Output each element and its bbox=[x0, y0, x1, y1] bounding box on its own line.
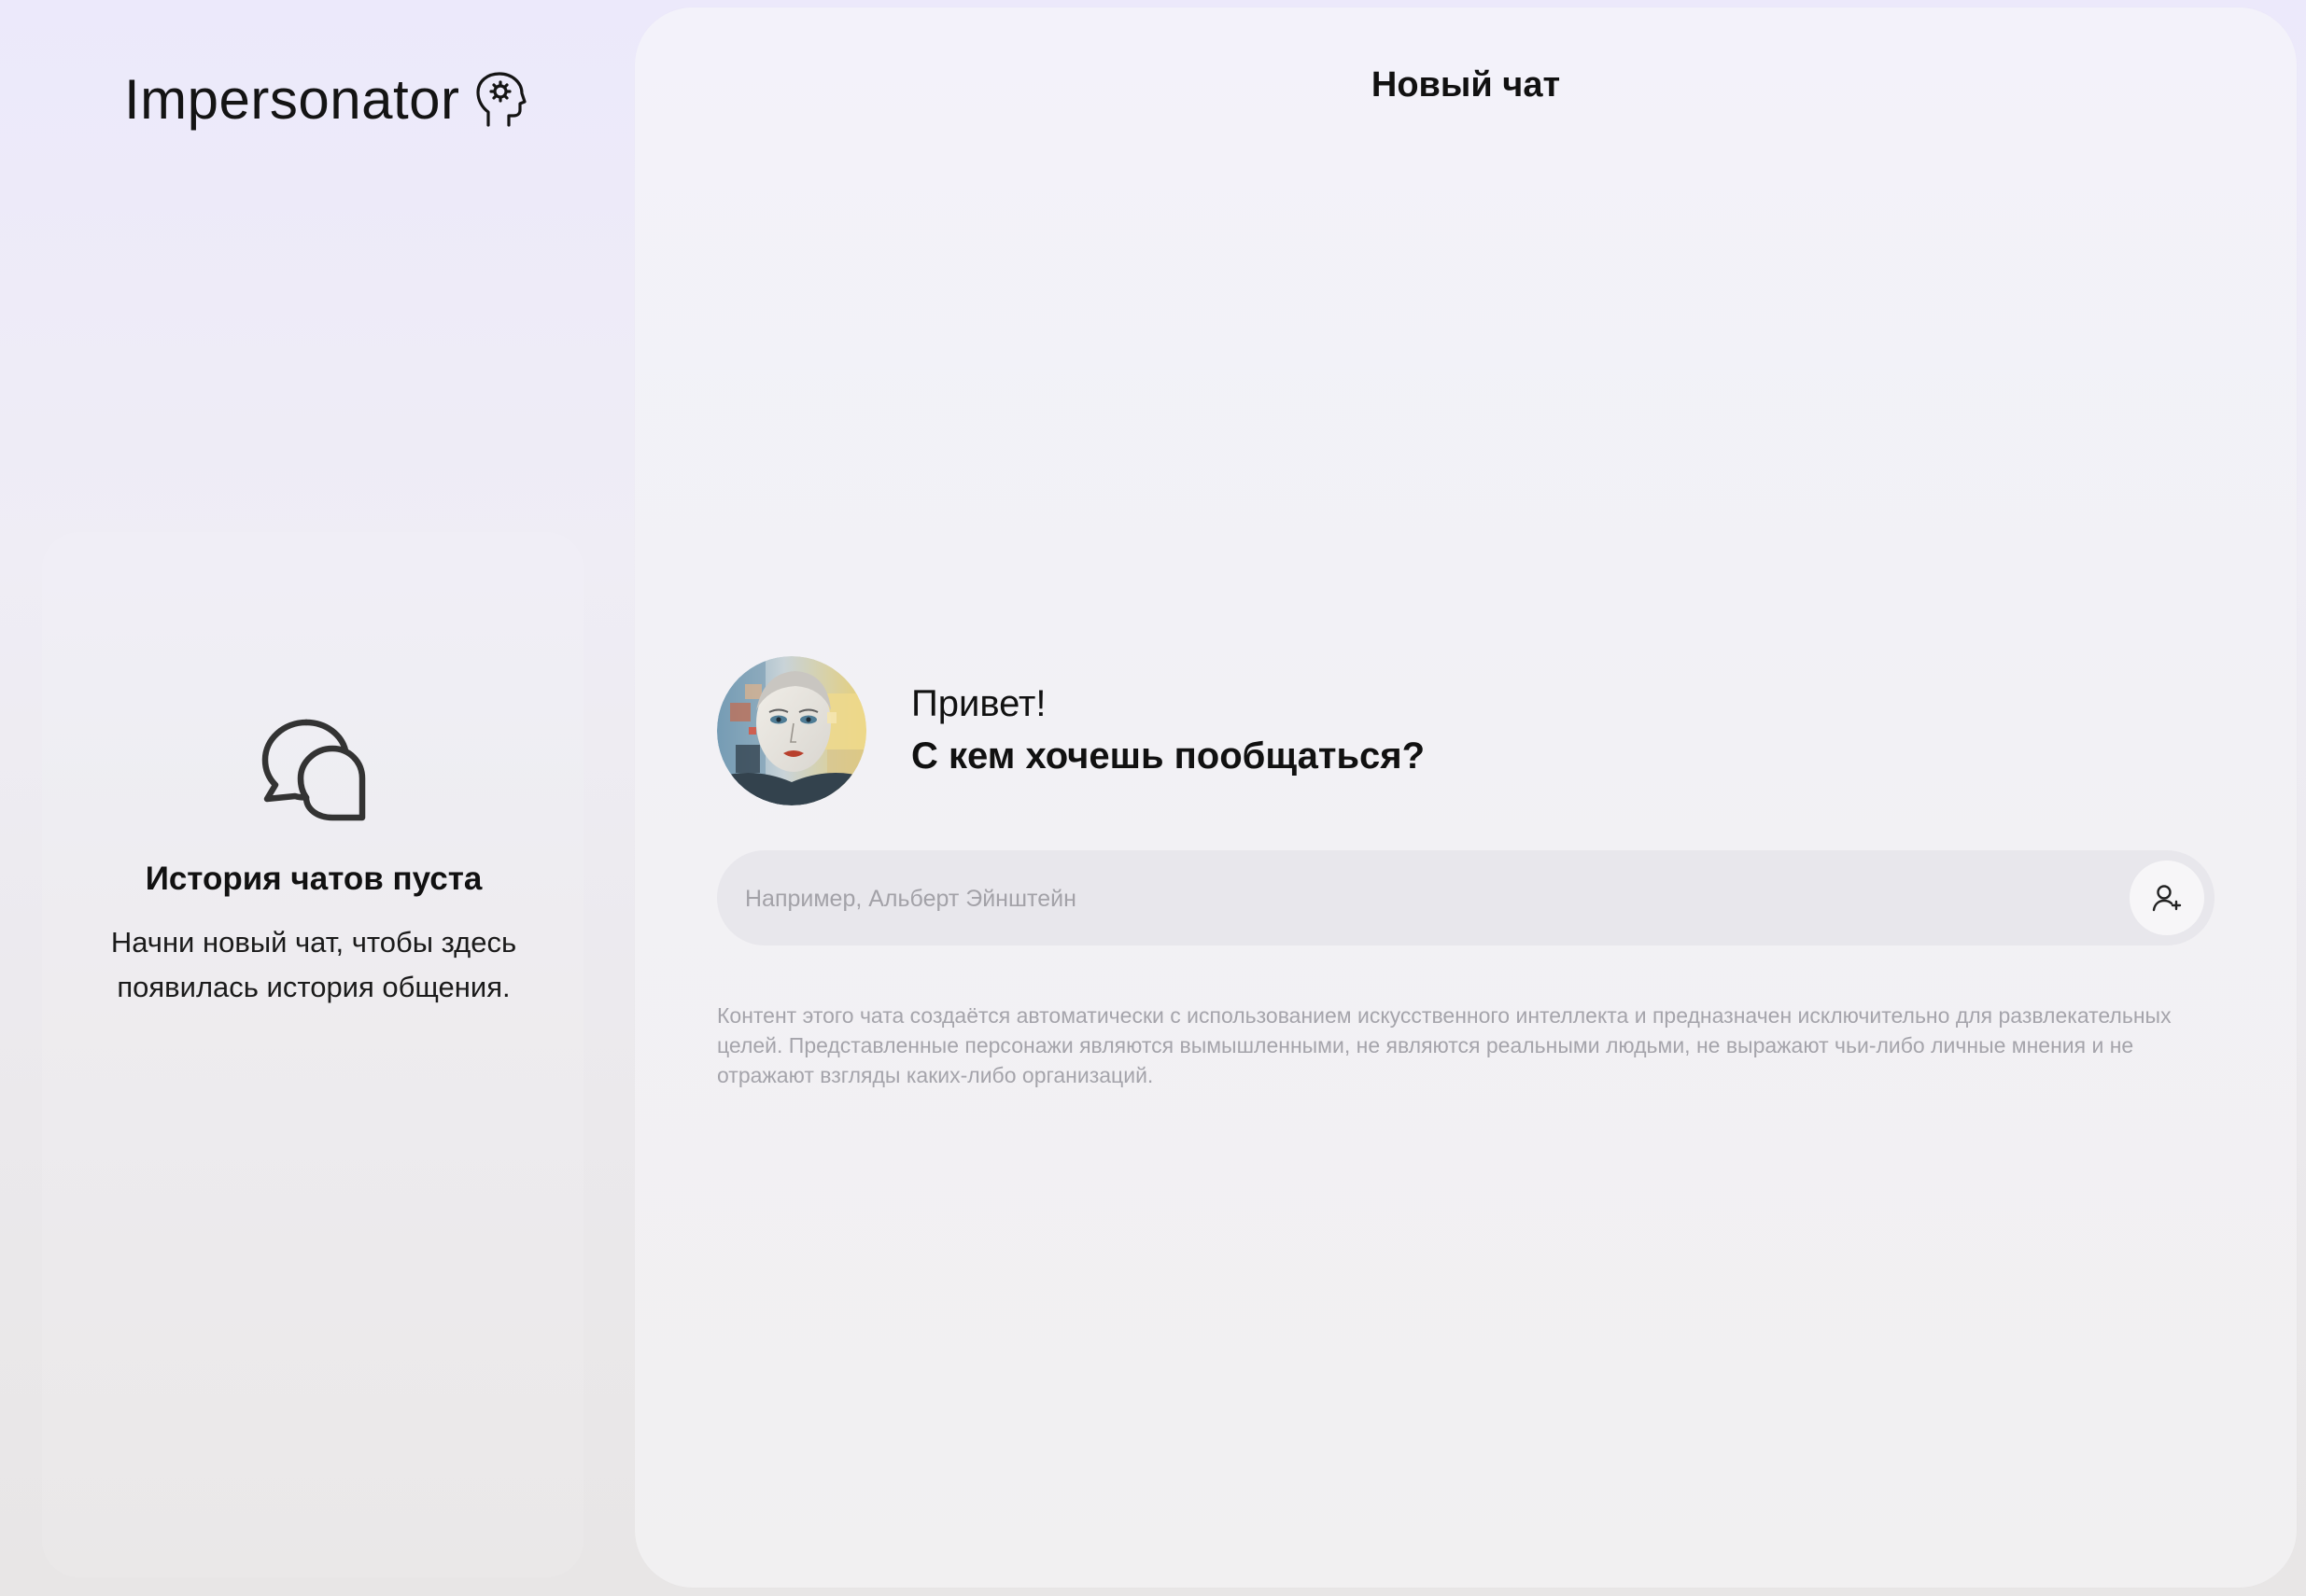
greeting-text: Привет! С кем хочешь пообщаться? bbox=[911, 679, 1425, 783]
greeting-question: С кем хочешь пообщаться? bbox=[911, 735, 1426, 777]
sidebar: Impersonator История чатов пуста Начни н… bbox=[0, 0, 635, 1596]
head-gear-icon bbox=[475, 71, 527, 127]
chat-panel: Новый чат Привет! С кем хочешь пообщатьс… bbox=[635, 7, 2297, 1588]
app-logo[interactable]: Impersonator bbox=[124, 67, 527, 132]
chat-bubbles-icon bbox=[261, 719, 366, 821]
greeting-hello: Привет! bbox=[911, 683, 1047, 724]
add-persona-button[interactable] bbox=[2130, 861, 2204, 935]
empty-history-description: Начни новый чат, чтобы здесь появилась и… bbox=[110, 926, 517, 1003]
empty-history-state: История чатов пуста Начни новый чат, что… bbox=[0, 719, 627, 1010]
sidebar-history-area bbox=[42, 532, 584, 1577]
page-title: Новый чат bbox=[1371, 65, 1561, 105]
person-add-icon bbox=[2152, 885, 2182, 912]
avatar bbox=[717, 656, 866, 805]
ai-disclaimer: Контент этого чата создаётся автоматичес… bbox=[717, 1003, 2172, 1087]
logo-text: Impersonator bbox=[124, 68, 460, 131]
empty-history-title: История чатов пуста bbox=[145, 861, 483, 897]
persona-search-box bbox=[717, 850, 2215, 947]
greeting-block: Привет! С кем хочешь пообщаться? bbox=[717, 656, 1425, 805]
persona-search-input[interactable] bbox=[743, 850, 2110, 947]
